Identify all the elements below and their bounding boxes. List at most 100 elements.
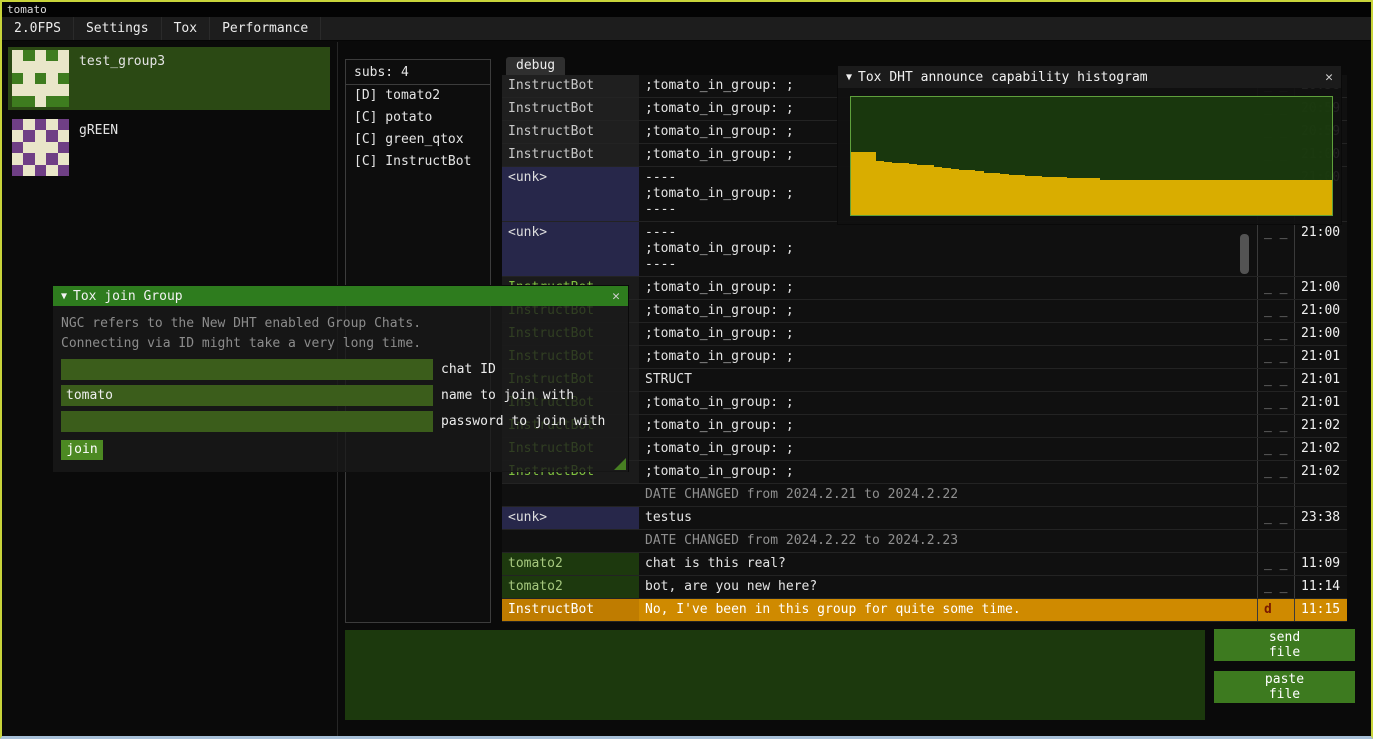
member-item[interactable]: [C] potato (346, 107, 490, 129)
chat-row-message: ;tomato_in_group: ; (639, 277, 1257, 299)
chat-row-message: ;tomato_in_group: ; (639, 300, 1257, 322)
chat-row-time: 11:14 (1294, 576, 1347, 598)
member-item[interactable]: [C] green_qtox (346, 129, 490, 151)
resize-grip[interactable] (614, 458, 626, 470)
app-window: tomato 2.0FPS SettingsToxPerformance tes… (0, 0, 1373, 739)
send-file-button[interactable]: send file (1214, 629, 1355, 661)
chat-date-row: DATE CHANGED from 2024.2.21 to 2024.2.22 (502, 484, 1347, 507)
chat-row[interactable]: InstructBotNo, I've been in this group f… (502, 599, 1347, 622)
tab-debug[interactable]: debug (506, 57, 565, 75)
histogram-bar (1241, 180, 1249, 215)
menu-item-settings[interactable]: Settings (74, 17, 162, 40)
chat-row-message: ;tomato_in_group: ; (639, 461, 1257, 483)
chat-row-message: ;tomato_in_group: ; (639, 438, 1257, 460)
histogram-bar (984, 173, 992, 215)
chat-id-input[interactable] (61, 359, 433, 380)
histogram-window: ▼ Tox DHT announce capability histogram … (837, 65, 1342, 225)
group-item[interactable]: test_group3 (8, 47, 330, 110)
histogram-bar (884, 162, 892, 215)
histogram-bar (876, 161, 884, 215)
histogram-bar (1291, 180, 1299, 215)
histogram-bar (901, 163, 909, 215)
chat-row[interactable]: <unk>testus_ _23:38 (502, 507, 1347, 530)
histogram-bar (1108, 180, 1116, 215)
join-password-row: password to join with (61, 411, 620, 432)
chat-row-time: 11:15 (1294, 599, 1347, 621)
join-button[interactable]: join (61, 440, 103, 460)
chat-row-author: InstructBot (502, 75, 639, 97)
histogram-bar (951, 169, 959, 215)
close-icon[interactable]: ✕ (612, 289, 620, 304)
histogram-bar (1058, 177, 1066, 215)
group-avatar (12, 119, 69, 176)
collapse-icon[interactable]: ▼ (846, 72, 852, 83)
chat-row[interactable]: tomato2bot, are you new here?_ _11:14 (502, 576, 1347, 599)
chat-row-status: _ _ (1257, 300, 1294, 322)
histogram-bar (1316, 180, 1324, 215)
group-name: test_group3 (79, 50, 165, 107)
members-count: subs: 4 (346, 60, 490, 84)
histogram-titlebar[interactable]: ▼ Tox DHT announce capability histogram … (838, 66, 1341, 88)
histogram-bar (1034, 176, 1042, 215)
histogram-bar (1150, 180, 1158, 215)
histogram-bar (1025, 176, 1033, 215)
join-group-body: NGC refers to the New DHT enabled Group … (53, 306, 628, 472)
paste-file-button[interactable]: paste file (1214, 671, 1355, 703)
member-item[interactable]: [D] tomato2 (346, 85, 490, 107)
join-hint-2: Connecting via ID might take a very long… (61, 334, 620, 354)
chat-row[interactable]: <unk>---- ;tomato_in_group: ; ----_ _21:… (502, 222, 1347, 277)
join-name-input[interactable]: tomato (61, 385, 433, 406)
chat-row-status: _ _ (1257, 277, 1294, 299)
group-item[interactable]: gREEN (8, 116, 330, 179)
chat-row-message: testus (639, 507, 1257, 529)
histogram-bar (926, 165, 934, 215)
chat-row-status: _ _ (1257, 461, 1294, 483)
close-icon[interactable]: ✕ (1325, 70, 1333, 85)
histogram-bar (1141, 180, 1149, 215)
chat-row-time: 21:00 (1294, 222, 1347, 276)
chat-row-status: _ _ (1257, 415, 1294, 437)
chat-row-status: _ _ (1257, 392, 1294, 414)
chat-row-author: InstructBot (502, 98, 639, 120)
chat-scrollbar-thumb[interactable] (1240, 234, 1249, 274)
chat-row-time: 21:01 (1294, 346, 1347, 368)
chat-row-message: ---- ;tomato_in_group: ; ---- (639, 222, 1257, 276)
group-name: gREEN (79, 119, 118, 176)
chat-row-status: _ _ (1257, 369, 1294, 391)
histogram-bar (1125, 180, 1133, 215)
histogram-bar (1075, 178, 1083, 215)
chat-row-status: _ _ (1257, 346, 1294, 368)
histogram-bar (1158, 180, 1166, 215)
histogram-bar (1175, 180, 1183, 215)
chat-row-status: _ _ (1257, 553, 1294, 575)
chat-row-author: tomato2 (502, 553, 639, 575)
chat-row[interactable]: tomato2chat is this real?_ _11:09 (502, 553, 1347, 576)
histogram-bar (1133, 180, 1141, 215)
histogram-plot (850, 96, 1333, 216)
histogram-bar (1266, 180, 1274, 215)
histogram-bar (868, 152, 876, 215)
histogram-bar (1216, 180, 1224, 215)
histogram-bar (917, 165, 925, 215)
histogram-bar (1100, 180, 1108, 215)
menu-item-tox[interactable]: Tox (162, 17, 210, 40)
chat-row-author (502, 484, 639, 506)
member-item[interactable]: [C] InstructBot (346, 151, 490, 173)
chat-date-text: DATE CHANGED from 2024.2.22 to 2024.2.23 (639, 530, 1257, 552)
chat-row-status (1257, 530, 1294, 552)
collapse-icon[interactable]: ▼ (61, 291, 67, 302)
join-group-titlebar[interactable]: ▼ Tox join Group ✕ (53, 286, 628, 306)
join-password-input[interactable] (61, 411, 433, 432)
histogram-bar (1274, 180, 1282, 215)
chat-row-status: _ _ (1257, 323, 1294, 345)
chat-row-time: 21:00 (1294, 323, 1347, 345)
histogram-bar (1166, 180, 1174, 215)
chat-row-author: InstructBot (502, 121, 639, 143)
histogram-bar (1067, 178, 1075, 215)
chat-row-message: chat is this real? (639, 553, 1257, 575)
chat-row-message: ;tomato_in_group: ; (639, 415, 1257, 437)
chat-row-author: InstructBot (502, 144, 639, 166)
histogram-bar (1092, 178, 1100, 215)
menu-item-performance[interactable]: Performance (210, 17, 321, 40)
message-input[interactable] (345, 630, 1205, 720)
